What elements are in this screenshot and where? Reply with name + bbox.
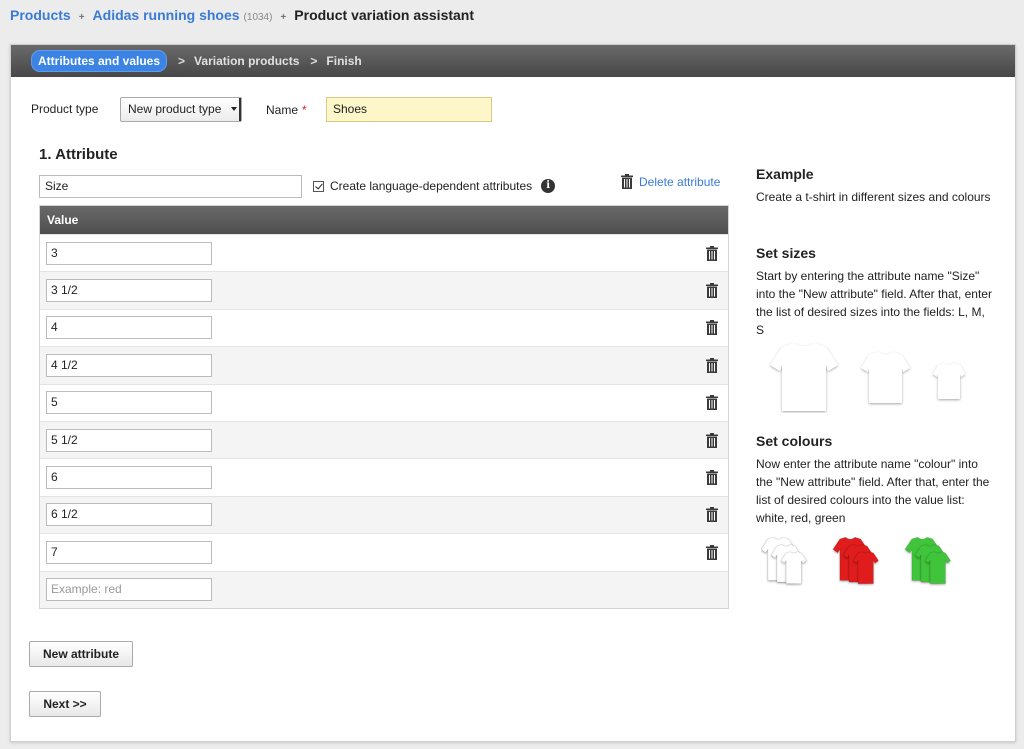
name-label: Name * xyxy=(266,103,307,117)
trash-icon[interactable] xyxy=(706,507,718,523)
help-sizes: Set sizes Start by entering the attribut… xyxy=(756,244,996,339)
attribute-title: 1. Attribute xyxy=(39,146,118,163)
help-sizes-text: Start by entering the attribute name "Si… xyxy=(756,269,992,337)
value-row: 5 1/2 xyxy=(40,420,728,459)
product-type-select[interactable]: New product type xyxy=(120,97,242,122)
value-input[interactable]: 5 xyxy=(46,391,212,415)
trash-icon[interactable] xyxy=(706,432,718,448)
value-row: 6 xyxy=(40,458,728,496)
trash-icon[interactable] xyxy=(706,320,718,336)
value-input[interactable]: 3 xyxy=(46,241,212,265)
value-row: 5 xyxy=(40,383,728,421)
value-input[interactable]: 4 xyxy=(46,316,212,340)
help-example: Example Create a t-shirt in different si… xyxy=(756,165,996,206)
step-attributes-values[interactable]: Attributes and values xyxy=(31,50,168,72)
delete-attribute-link[interactable]: Delete attribute xyxy=(621,174,720,189)
value-input[interactable]: 6 xyxy=(46,466,212,490)
value-input[interactable]: 3 1/2 xyxy=(46,279,212,303)
product-type-label: Product type xyxy=(31,102,99,116)
new-value-input[interactable]: Example: red xyxy=(46,578,212,602)
breadcrumb-separator: + xyxy=(78,12,85,23)
new-value-row: Example: red xyxy=(40,570,728,608)
trash-icon[interactable] xyxy=(706,245,718,261)
trash-icon[interactable] xyxy=(706,470,718,486)
value-column-header: Value xyxy=(40,206,728,234)
breadcrumb-products-link[interactable]: Products xyxy=(10,7,71,23)
trash-icon[interactable] xyxy=(706,395,718,411)
wizard-step-bar: Attributes and values > Variation produc… xyxy=(11,45,1015,77)
tshirt-medium-icon xyxy=(861,352,910,403)
attribute-name-input[interactable]: Size xyxy=(39,175,302,198)
value-table: Value 3 3 1/2 4 4 1/2 5 5 1/2 6 6 1/2 7 Example:… xyxy=(39,205,729,609)
language-dependent-checkbox[interactable] xyxy=(313,180,324,192)
breadcrumb-product-count: (1034) xyxy=(243,12,273,23)
help-sizes-title: Set sizes xyxy=(756,245,816,261)
required-mark: * xyxy=(302,103,307,117)
new-attribute-button[interactable]: New attribute xyxy=(29,641,133,667)
value-input[interactable]: 4 1/2 xyxy=(46,353,212,377)
trash-icon xyxy=(621,174,633,189)
name-label-text: Name xyxy=(266,103,299,117)
value-input[interactable]: 7 xyxy=(46,540,212,564)
product-type-value: New product type xyxy=(128,102,222,116)
trash-icon[interactable] xyxy=(706,283,718,299)
breadcrumb-separator: + xyxy=(280,12,287,23)
select-edge xyxy=(239,98,241,121)
step-separator: > xyxy=(310,54,318,68)
language-dependent-option: Create language-dependent attributes i xyxy=(313,179,556,193)
trash-icon[interactable] xyxy=(706,357,718,373)
value-row: 3 xyxy=(40,234,728,272)
chevron-down-icon xyxy=(231,107,237,111)
tshirt-large-icon xyxy=(770,343,838,411)
step-separator: > xyxy=(178,54,186,68)
value-row: 4 1/2 xyxy=(40,346,728,384)
help-colours-title: Set colours xyxy=(756,433,833,449)
tshirt-sizes-illustration xyxy=(770,343,965,411)
value-row: 3 1/2 xyxy=(40,271,728,309)
language-dependent-label[interactable]: Create language-dependent attributes xyxy=(330,179,532,193)
breadcrumb: Products + Adidas running shoes (1034) +… xyxy=(10,7,474,23)
value-row: 6 1/2 xyxy=(40,495,728,534)
value-row: 7 xyxy=(40,533,728,571)
tshirt-colours-illustration xyxy=(761,537,951,584)
variation-assistant-panel: Attributes and values > Variation produc… xyxy=(10,44,1016,742)
step-variation-products[interactable]: Variation products xyxy=(194,54,299,68)
page-title: Product variation assistant xyxy=(294,7,475,23)
next-button[interactable]: Next >> xyxy=(29,691,101,717)
value-rows: 3 3 1/2 4 4 1/2 5 5 1/2 6 6 1/2 7 xyxy=(40,234,728,571)
tshirt-small-icon xyxy=(933,363,965,399)
value-input[interactable]: 5 1/2 xyxy=(46,428,212,452)
delete-attribute-label: Delete attribute xyxy=(639,174,721,189)
step-finish[interactable]: Finish xyxy=(326,54,361,68)
help-colours: Set colours Now enter the attribute name… xyxy=(756,432,996,527)
value-input[interactable]: 6 1/2 xyxy=(46,503,212,527)
breadcrumb-product-link[interactable]: Adidas running shoes xyxy=(93,7,240,23)
help-example-text: Create a t-shirt in different sizes and … xyxy=(756,190,991,204)
info-icon[interactable]: i xyxy=(541,179,556,193)
help-example-title: Example xyxy=(756,166,814,182)
trash-icon[interactable] xyxy=(706,544,718,560)
help-colours-text: Now enter the attribute name "colour" in… xyxy=(756,457,990,525)
name-field[interactable]: Shoes xyxy=(326,97,492,122)
value-row: 4 xyxy=(40,308,728,347)
